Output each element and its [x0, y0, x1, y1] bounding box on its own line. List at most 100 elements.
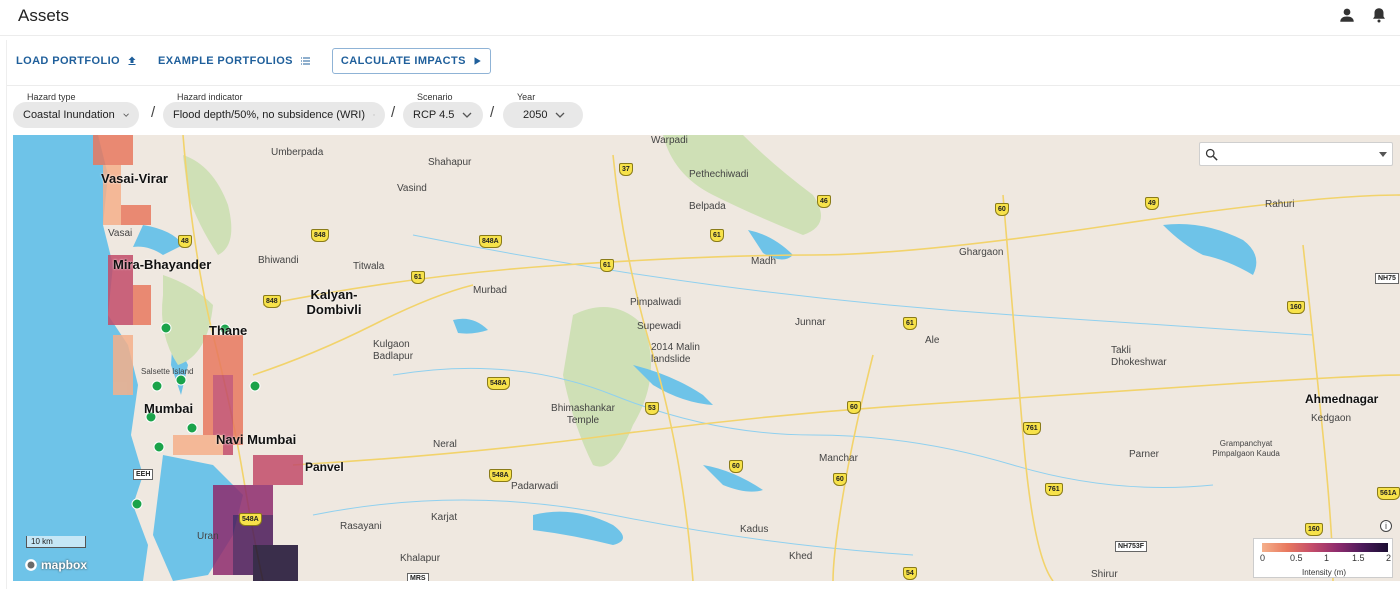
- highway-shield: 548A: [239, 513, 262, 526]
- place-label: Parner: [1129, 449, 1160, 460]
- upload-icon: [128, 56, 136, 65]
- place-label: Padarwadi: [511, 481, 559, 492]
- attribution-label: mapbox: [41, 558, 88, 572]
- legend-tick: 0.5: [1290, 553, 1303, 563]
- chevron-down-icon: [462, 112, 472, 118]
- city-label: Mira-Bhayander: [113, 257, 212, 272]
- place-label: Vasai: [108, 228, 133, 239]
- highway-shield: 561A: [1377, 487, 1400, 500]
- highway-shield: 848: [263, 295, 281, 308]
- place-label: Neral: [433, 439, 457, 450]
- highway-shield: 160: [1305, 523, 1323, 536]
- hazard-indicator-value: Flood depth/50%, no subsidence (WRI): [173, 109, 365, 121]
- place-label: Junnar: [795, 317, 826, 328]
- place-label: Kadus: [740, 524, 769, 535]
- hazard-map[interactable]: Warpadi Umberpada Shahapur Vasind Pethec…: [13, 135, 1400, 581]
- asset-marker: [131, 498, 143, 510]
- hazard-indicator-label: Hazard indicator: [177, 92, 243, 102]
- example-portfolios-button[interactable]: EXAMPLE PORTFOLIOS: [158, 50, 312, 72]
- highway-shield: 61: [903, 317, 917, 330]
- app-header: Assets: [0, 0, 1400, 36]
- highway-shield: 54: [903, 567, 917, 580]
- mapbox-logo[interactable]: mapbox: [24, 558, 87, 572]
- info-icon[interactable]: i: [1380, 520, 1392, 532]
- legend-title: Intensity (m): [1301, 568, 1346, 577]
- place-label: Karjat: [431, 512, 458, 523]
- asset-marker: [249, 380, 261, 392]
- place-label: Belpada: [689, 201, 726, 212]
- scenario-label: Scenario: [417, 92, 453, 102]
- place-label: Kulgaon Badlapur: [373, 339, 414, 362]
- map-search-input[interactable]: [1224, 146, 1364, 162]
- place-label: Ale: [925, 335, 940, 346]
- city-label: Panvel: [305, 460, 344, 474]
- user-icon[interactable]: [1338, 6, 1356, 24]
- place-label: Shirur: [1091, 569, 1118, 580]
- scenario-value: RCP 4.5: [413, 109, 455, 121]
- highway-shield: 60: [833, 473, 847, 486]
- hazard-type-value: Coastal Inundation: [23, 109, 115, 121]
- legend-tick: 1: [1324, 553, 1330, 563]
- highway-shield: 60: [995, 203, 1009, 216]
- highway-shield: 160: [1287, 301, 1305, 314]
- place-label: Shahapur: [428, 157, 472, 168]
- highway-tag: EEH: [133, 469, 154, 480]
- place-label: Titwala: [353, 261, 385, 272]
- calculate-impacts-button[interactable]: CALCULATE IMPACTS: [331, 48, 491, 74]
- highway-shield: 761: [1023, 422, 1041, 435]
- asset-marker: [151, 380, 163, 392]
- place-label: Umberpada: [271, 147, 324, 158]
- page-title: Assets: [18, 6, 70, 25]
- highway-shield: 48: [178, 235, 192, 248]
- mapbox-icon: [25, 559, 37, 571]
- bell-icon[interactable]: [1370, 6, 1388, 24]
- place-label: Pimpalwadi: [630, 297, 682, 308]
- place-label: Khed: [789, 551, 813, 562]
- separator: /: [490, 104, 495, 121]
- asset-marker: [186, 422, 198, 434]
- highway-shield: 60: [847, 401, 861, 414]
- example-portfolios-label: EXAMPLE PORTFOLIOS: [157, 55, 293, 67]
- highway-shield: 548A: [489, 469, 512, 482]
- map-search-box[interactable]: [1199, 142, 1393, 166]
- place-label: Kedgaon: [1311, 413, 1352, 424]
- asset-marker: [175, 374, 187, 386]
- place-label: Rahuri: [1265, 199, 1295, 210]
- place-label: Bhimashankar Temple: [551, 403, 615, 426]
- highway-tag: NH753F: [1115, 541, 1148, 552]
- highway-shield: 60: [729, 460, 743, 473]
- separator: /: [391, 104, 396, 121]
- place-label: Ghargaon: [959, 247, 1004, 258]
- place-label: Supewadi: [637, 321, 681, 332]
- load-portfolio-button[interactable]: LOAD PORTFOLIO: [16, 50, 138, 72]
- city-label: Navi Mumbai: [216, 432, 297, 447]
- legend-tick: 2: [1386, 553, 1392, 563]
- place-label: Bhiwandi: [258, 255, 299, 266]
- city-label: Vasai-Virar: [101, 171, 168, 186]
- search-icon: [1204, 147, 1219, 167]
- place-label: 2014 Malin landslide: [651, 342, 700, 365]
- legend-color-ramp: [1262, 543, 1388, 552]
- calculate-impacts-label: CALCULATE IMPACTS: [340, 55, 466, 67]
- place-label: Khalapur: [400, 553, 441, 564]
- highway-shield: 761: [1045, 483, 1063, 496]
- highway-tag: MRS: [407, 573, 429, 581]
- place-label: Warpadi: [651, 135, 688, 146]
- place-label: Rasayani: [340, 521, 382, 532]
- chevron-down-icon: [373, 114, 375, 116]
- highway-shield: 848A: [479, 235, 502, 248]
- highway-shield: 61: [600, 259, 614, 272]
- place-label: Uran: [197, 531, 219, 542]
- place-label: Vasind: [397, 183, 427, 194]
- list-icon: [300, 57, 310, 65]
- highway-shield: 53: [645, 402, 659, 415]
- load-portfolio-label: LOAD PORTFOLIO: [16, 55, 120, 67]
- highway-shield: 848: [311, 229, 329, 242]
- place-label: Takli Dhokeshwar: [1111, 345, 1167, 368]
- asset-marker: [160, 322, 172, 334]
- highway-shield: 37: [619, 163, 633, 176]
- chevron-down-icon[interactable]: [1379, 152, 1387, 157]
- year-label: Year: [517, 92, 536, 102]
- portfolio-toolbar: LOAD PORTFOLIO EXAMPLE PORTFOLIOS CALCUL…: [16, 48, 511, 74]
- hazard-type-label: Hazard type: [27, 92, 76, 102]
